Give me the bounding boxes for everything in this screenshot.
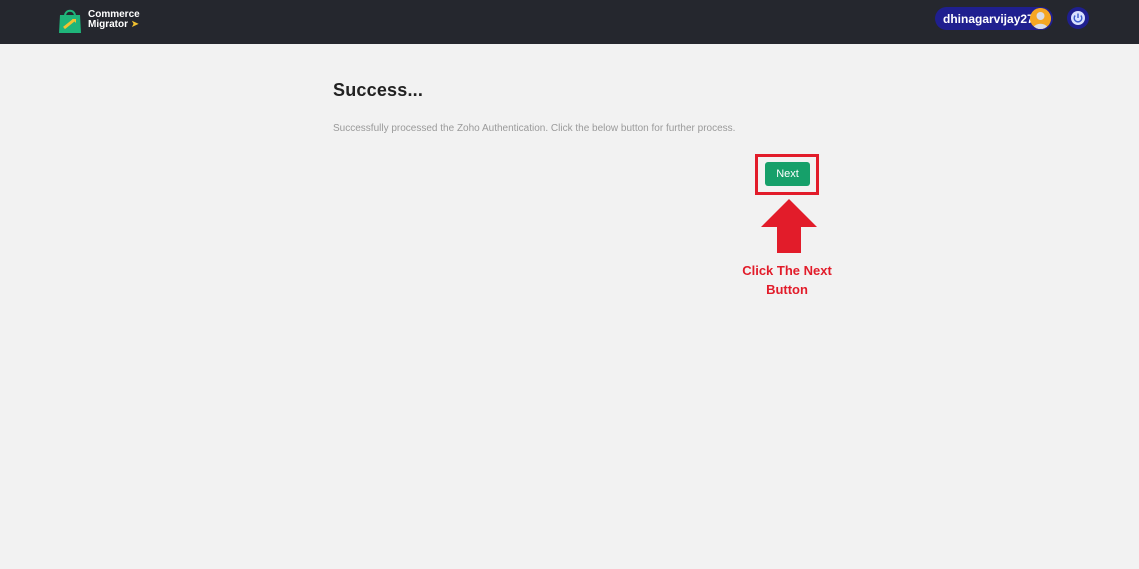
page-title: Success...: [333, 80, 424, 100]
success-message: Successfully processed the Zoho Authenti…: [333, 123, 736, 134]
brand-logo[interactable]: Commerce Migrator ➤: [56, 5, 140, 35]
annotation-text: Click The Next Button: [727, 261, 847, 299]
shopping-bag-logo-icon: [59, 9, 81, 33]
username: dhinagarvijay27: [943, 11, 1034, 26]
power-icon: [1071, 11, 1085, 25]
arrow-accent-icon: ➤: [130, 19, 140, 30]
top-navigation-bar: Commerce Migrator ➤ dhinagarvijay27: [0, 0, 1139, 44]
user-menu-chip[interactable]: dhinagarvijay27: [935, 7, 1053, 30]
next-button[interactable]: Next: [765, 162, 810, 186]
brand-name: Commerce Migrator ➤: [88, 10, 140, 30]
up-arrow-icon: [761, 199, 817, 253]
annotation-line-1: Click The Next: [742, 263, 832, 278]
logout-button[interactable]: [1067, 7, 1089, 29]
brand-line-2: Migrator: [88, 19, 128, 30]
user-avatar-icon: [1030, 8, 1051, 29]
annotation-line-2: Button: [766, 282, 808, 297]
